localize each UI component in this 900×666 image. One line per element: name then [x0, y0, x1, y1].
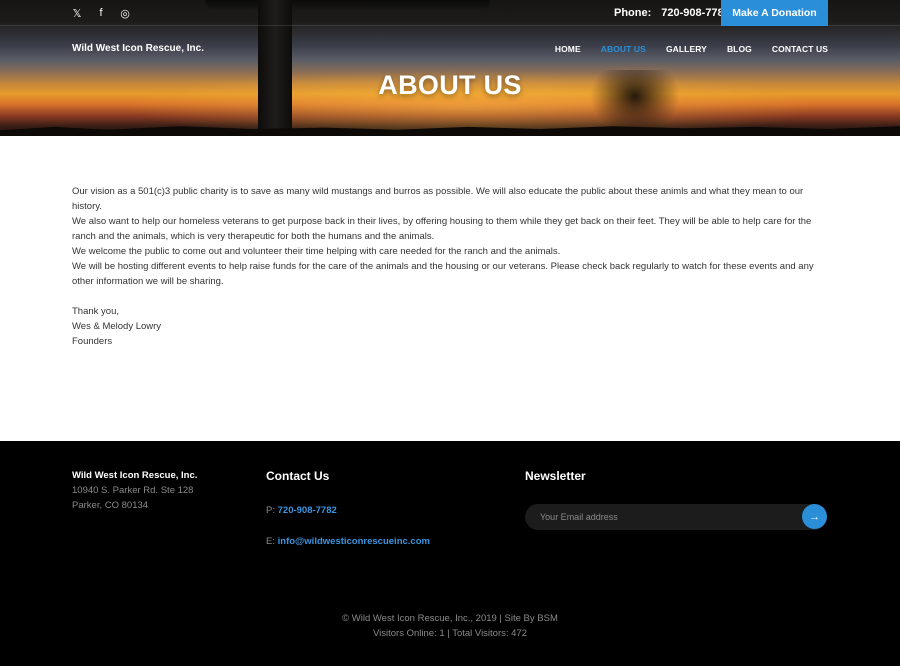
copyright-text: © Wild West Icon Rescue, Inc., 2019 | Si… — [342, 613, 558, 624]
paragraph-veterans: We also want to help our homeless vetera… — [72, 216, 812, 242]
footer-newsletter: Newsletter — [525, 469, 586, 483]
footer-address-line1: 10940 S. Parker Rd. Ste 128 — [72, 485, 194, 496]
newsletter-email-input[interactable] — [540, 510, 790, 524]
footer-phone-link[interactable]: 720-908-7782 — [278, 505, 337, 516]
newsletter-heading: Newsletter — [525, 469, 586, 483]
hero-banner: 𝕏 f ◎ Phone: 720-908-7782 Make A Donation… — [0, 0, 900, 136]
footer-contact: Contact Us P: 720-908-7782 E: info@wildw… — [266, 469, 430, 547]
nav-about-us[interactable]: ABOUT US — [601, 44, 646, 54]
copyright: © Wild West Icon Rescue, Inc., 2019 | Si… — [0, 611, 900, 641]
paragraph-volunteer: We welcome the public to come out and vo… — [72, 246, 561, 257]
nav-contact-us[interactable]: CONTACT US — [772, 44, 828, 54]
signoff-thanks: Thank you, — [72, 306, 119, 317]
phone-label: Phone: — [614, 7, 652, 19]
phone-prefix: P: — [266, 505, 275, 516]
instagram-icon[interactable]: ◎ — [120, 7, 130, 20]
visitor-counter: Visitors Online: 1 | Total Visitors: 472 — [372, 628, 528, 639]
nav-blog[interactable]: BLOG — [727, 44, 752, 54]
footer-email: E: info@wildwesticonrescueinc.com — [266, 536, 430, 547]
phone-number[interactable]: 720-908-7782 — [661, 7, 730, 19]
email-prefix: E: — [266, 536, 275, 547]
nav-home[interactable]: HOME — [555, 44, 581, 54]
site-logo[interactable]: Wild West Icon Rescue, Inc. — [72, 43, 204, 54]
footer-phone: P: 720-908-7782 — [266, 505, 430, 516]
about-content: Our vision as a 501(c)3 public charity i… — [72, 184, 828, 349]
social-links: 𝕏 f ◎ — [72, 7, 130, 20]
paragraph-vision: Our vision as a 501(c)3 public charity i… — [72, 186, 804, 212]
main-nav: HOME ABOUT US GALLERY BLOG CONTACT US — [555, 44, 828, 54]
arrow-right-icon: → — [809, 510, 820, 523]
footer-address-line2: Parker, CO 80134 — [72, 500, 149, 511]
donate-button[interactable]: Make A Donation — [721, 0, 828, 26]
nav-gallery[interactable]: GALLERY — [666, 44, 707, 54]
top-bar: 𝕏 f ◎ Phone: 720-908-7782 Make A Donation — [0, 0, 900, 26]
facebook-icon[interactable]: f — [96, 7, 106, 19]
newsletter-form: → — [525, 504, 827, 530]
contact-heading: Contact Us — [266, 469, 330, 483]
footer-email-link[interactable]: info@wildwesticonrescueinc.com — [278, 536, 430, 547]
page-title: ABOUT US — [378, 70, 522, 100]
paragraph-events: We will be hosting different events to h… — [72, 261, 814, 287]
footer-org-name: Wild West Icon Rescue, Inc. — [72, 470, 198, 481]
signoff-names: Wes & Melody Lowry — [72, 321, 162, 332]
twitter-icon[interactable]: 𝕏 — [72, 7, 82, 20]
site-footer: Wild West Icon Rescue, Inc. 10940 S. Par… — [0, 441, 900, 666]
phone-contact: Phone: 720-908-7782 — [614, 7, 730, 19]
footer-address: Wild West Icon Rescue, Inc. 10940 S. Par… — [72, 470, 197, 513]
signoff-title: Founders — [72, 336, 113, 347]
newsletter-submit-button[interactable]: → — [802, 504, 827, 529]
